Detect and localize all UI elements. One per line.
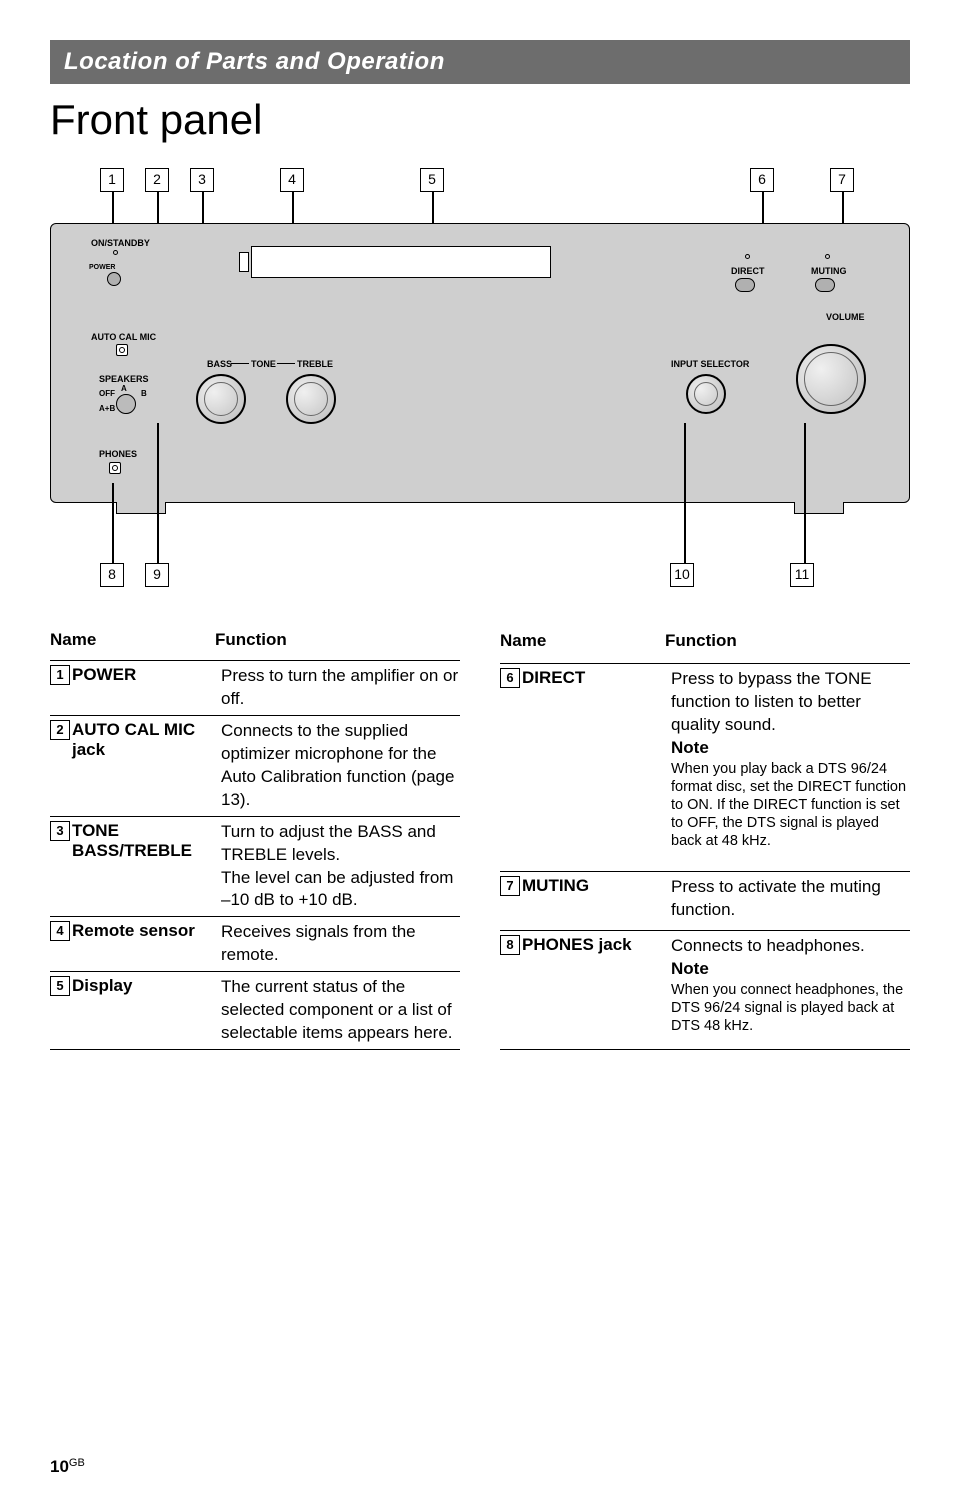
callout-7: 7 [830, 168, 854, 192]
input-selector-knob [686, 374, 726, 414]
callout-8: 8 [100, 563, 124, 587]
page-number: 10GB [50, 1457, 85, 1477]
callout-5: 5 [420, 168, 444, 192]
callout-3: 3 [190, 168, 214, 192]
label-auto-cal-mic: AUTO CAL MIC [91, 332, 156, 342]
part-name: POWER [72, 665, 202, 685]
part-name: AUTO CAL MIC jack [72, 720, 202, 760]
th-name: Name [500, 628, 665, 663]
page-title: Front panel [50, 96, 910, 144]
label-power: POWER [89, 264, 115, 271]
label-speakers: SPEAKERS [99, 374, 149, 384]
function-cell: Connects to the supplied optimizer micro… [215, 715, 460, 816]
callout-1: 1 [100, 168, 124, 192]
num-box: 7 [500, 876, 520, 896]
table-row: 5Display The current status of the select… [50, 972, 460, 1050]
section-header: Location of Parts and Operation [50, 40, 910, 84]
callout-9: 9 [145, 563, 169, 587]
part-name: TONE BASS/TREBLE [72, 821, 202, 861]
callout-10: 10 [670, 563, 694, 587]
num-box: 4 [50, 921, 70, 941]
part-name: Display [72, 976, 202, 996]
label-a: A [121, 384, 127, 393]
label-tone: TONE [251, 359, 276, 369]
table-row: 4Remote sensor Receives signals from the … [50, 917, 460, 972]
num-box: 2 [50, 720, 70, 740]
remote-sensor [239, 252, 249, 272]
num-box: 1 [50, 665, 70, 685]
th-function: Function [665, 628, 910, 663]
label-muting: MUTING [811, 266, 847, 276]
note-text: When you play back a DTS 96/24 format di… [671, 760, 910, 851]
part-name: MUTING [522, 876, 652, 896]
label-bass: BASS [207, 359, 232, 369]
note-label: Note [671, 958, 910, 981]
num-box: 6 [500, 668, 520, 688]
table-row: 8PHONES jack Connects to headphones.NoteW… [500, 931, 910, 1050]
th-function: Function [215, 628, 460, 661]
callout-11: 11 [790, 563, 814, 587]
table-row: 1POWER Press to turn the amplifier on or … [50, 661, 460, 716]
num-box: 5 [50, 976, 70, 996]
function-cell: Press to bypass the TONE function to lis… [665, 663, 910, 871]
note-text: When you connect headphones, the DTS 96/… [671, 981, 910, 1035]
callout-6: 6 [750, 168, 774, 192]
function-tables: NameFunction 1POWERPress to turn the amp… [50, 628, 910, 1050]
function-cell: Press to turn the amplifier on or off. [215, 661, 460, 716]
callout-2: 2 [145, 168, 169, 192]
front-panel-diagram: 1 2 3 4 5 6 7 ON/STANDBY POWER DIRECT MU… [50, 168, 910, 598]
function-cell: Press to activate the muting function. [665, 871, 910, 931]
label-input-selector: INPUT SELECTOR [671, 359, 749, 369]
note-label: Note [671, 737, 910, 760]
label-on-standby: ON/STANDBY [91, 238, 150, 248]
part-name: Remote sensor [72, 921, 202, 941]
th-name: Name [50, 628, 215, 661]
table-row: 2AUTO CAL MIC jack Connects to the suppli… [50, 715, 460, 816]
treble-knob [286, 374, 336, 424]
function-cell: Receives signals from the remote. [215, 917, 460, 972]
num-box: 3 [50, 821, 70, 841]
volume-knob [796, 344, 866, 414]
table-row: 3TONE BASS/TREBLE Turn to adjust the BASS… [50, 816, 460, 917]
amplifier-body: ON/STANDBY POWER DIRECT MUTING VOLUME AU… [50, 223, 910, 503]
label-phones: PHONES [99, 449, 137, 459]
label-ab: A+B [99, 404, 115, 413]
table-right: NameFunction 6DIRECT Press to bypass the … [500, 628, 910, 1050]
label-direct: DIRECT [731, 266, 765, 276]
table-row: 7MUTING Press to activate the muting func… [500, 871, 910, 931]
table-row: 6DIRECT Press to bypass the TONE function… [500, 663, 910, 871]
label-treble: TREBLE [297, 359, 333, 369]
num-box: 8 [500, 935, 520, 955]
part-name: PHONES jack [522, 935, 652, 955]
label-b: B [141, 389, 147, 398]
label-off: OFF [99, 389, 115, 398]
label-volume: VOLUME [826, 312, 865, 322]
function-cell: Turn to adjust the BASS and TREBLE level… [215, 816, 460, 917]
function-cell: The current status of the selected compo… [215, 972, 460, 1050]
function-cell: Connects to headphones.NoteWhen you conn… [665, 931, 910, 1050]
part-name: DIRECT [522, 668, 652, 688]
callout-4: 4 [280, 168, 304, 192]
bass-knob [196, 374, 246, 424]
table-left: NameFunction 1POWER Press to turn the amp… [50, 628, 460, 1050]
display-area [251, 246, 551, 278]
